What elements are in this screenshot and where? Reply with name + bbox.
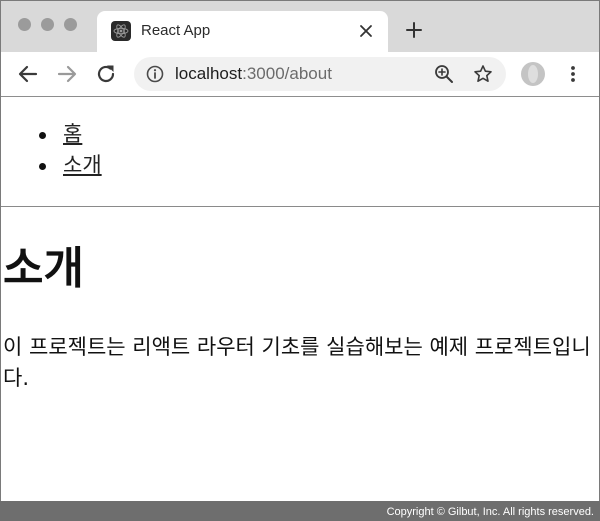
- info-icon[interactable]: [146, 65, 164, 83]
- page-description: 이 프로젝트는 리액트 라우터 기초를 실습해보는 예제 프로젝트입니다.: [3, 335, 591, 390]
- page-title: 소개: [3, 243, 84, 294]
- url-path: :3000/about: [242, 64, 332, 83]
- url-text: localhost:3000/about: [175, 64, 332, 84]
- kebab-menu-icon[interactable]: [561, 62, 585, 86]
- nav-list: 홈 소개: [39, 119, 102, 181]
- copyright-text: Copyright © Gilbut, Inc. All rights rese…: [386, 506, 594, 518]
- zoom-icon[interactable]: [434, 64, 454, 84]
- nav-item-home: 홈: [39, 119, 102, 150]
- browser-window: React App localhost:3000/about 홈 소개 소개 이…: [0, 0, 600, 501]
- page-content: 홈 소개 소개 이 프로젝트는 리액트 라우터 기초를 실습해보는 예제 프로젝…: [1, 97, 599, 501]
- arrow-left-icon[interactable]: [16, 62, 40, 86]
- about-link[interactable]: 소개: [63, 153, 102, 177]
- maximize-window-button[interactable]: [64, 18, 77, 31]
- reload-icon[interactable]: [94, 62, 118, 86]
- minimize-window-button[interactable]: [41, 18, 54, 31]
- tab-strip: React App: [1, 1, 599, 52]
- nav-item-about: 소개: [39, 150, 102, 181]
- star-icon[interactable]: [473, 64, 493, 84]
- copyright-footer: Copyright © Gilbut, Inc. All rights rese…: [0, 501, 600, 521]
- close-icon[interactable]: [356, 21, 376, 41]
- divider: [1, 206, 599, 207]
- browser-tab[interactable]: React App: [97, 11, 388, 52]
- avatar-face: [528, 65, 538, 83]
- arrow-right-icon[interactable]: [55, 62, 79, 86]
- plus-icon[interactable]: [404, 20, 424, 40]
- react-logo-icon: [111, 21, 131, 41]
- url-host: localhost: [175, 64, 243, 83]
- browser-toolbar: localhost:3000/about: [1, 52, 599, 97]
- avatar-icon[interactable]: [521, 62, 545, 86]
- tab-title: React App: [141, 22, 211, 39]
- home-link[interactable]: 홈: [63, 122, 82, 146]
- address-bar[interactable]: localhost:3000/about: [134, 57, 506, 91]
- close-window-button[interactable]: [18, 18, 31, 31]
